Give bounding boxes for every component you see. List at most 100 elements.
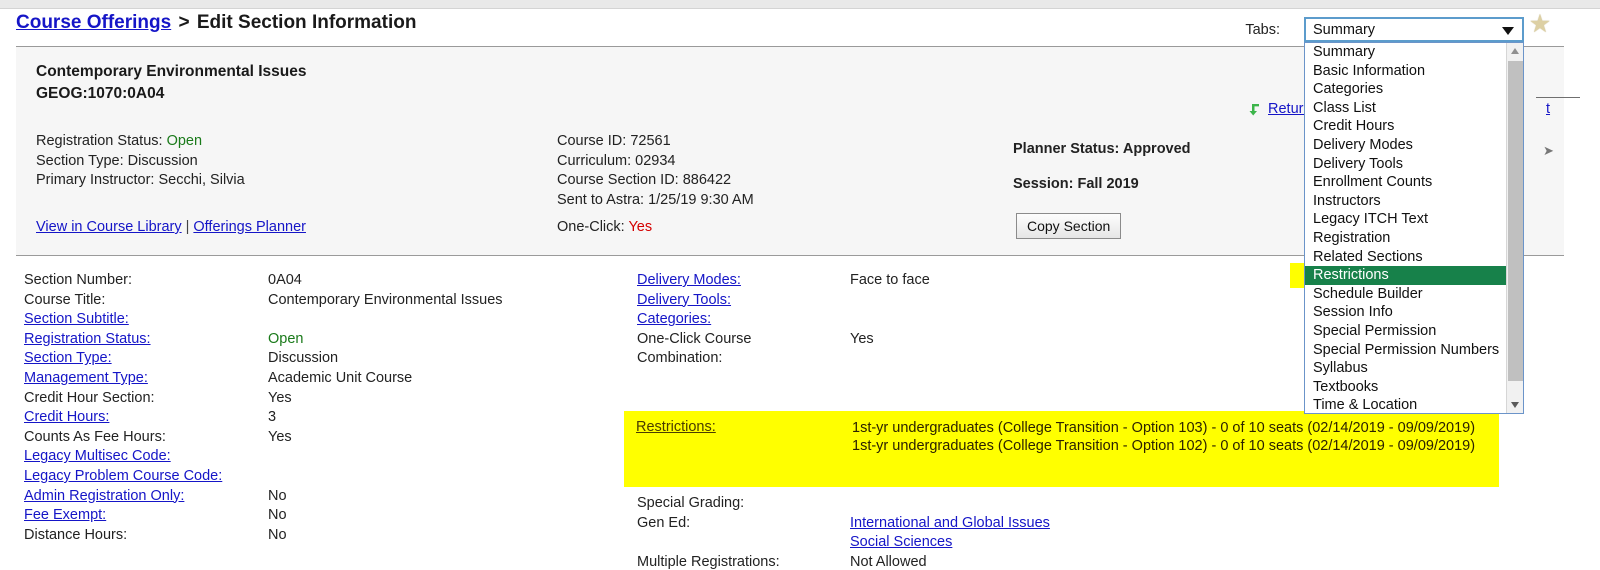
one-click-value: Yes [628, 219, 653, 235]
detail-value[interactable]: International and Global Issues [850, 515, 1050, 531]
dropdown-option-registration[interactable]: Registration [1305, 229, 1523, 248]
dropdown-option-instructors[interactable]: Instructors [1305, 192, 1523, 211]
meta-label: Sent to Astra: [557, 191, 649, 208]
return-link-tail[interactable]: t [1546, 101, 1550, 117]
course-code: GEOG:1070:0A04 [36, 85, 165, 102]
detail-label[interactable]: Registration Status: [24, 331, 151, 347]
detail-label[interactable]: Delivery Modes: [637, 272, 741, 288]
dropdown-option-textbooks[interactable]: Textbooks [1305, 378, 1523, 397]
meta-row: Section Type: Discussion [36, 152, 245, 172]
detail-value[interactable]: Social Sciences [850, 534, 952, 550]
detail-value: Academic Unit Course [268, 370, 413, 386]
detail-value: 0A04 [268, 272, 302, 288]
dropdown-option-enrollment-counts[interactable]: Enrollment Counts [1305, 173, 1523, 192]
dropdown-option-legacy-itch-text[interactable]: Legacy ITCH Text [1305, 210, 1523, 229]
meta-row: Primary Instructor: Secchi, Silvia [36, 171, 245, 191]
dropdown-option-class-list[interactable]: Class List [1305, 99, 1523, 118]
meta-label: Course Section ID: [557, 172, 683, 188]
dropdown-option-delivery-modes[interactable]: Delivery Modes [1305, 136, 1523, 155]
detail-label[interactable]: Delivery Tools: [637, 292, 731, 308]
meta-row: Registration Status: Open [36, 132, 245, 152]
meta-row: Session: Fall 2019 [1013, 167, 1191, 202]
meta-value: 72561 [630, 133, 671, 149]
breadcrumb-link-course-offerings[interactable]: Course Offerings [16, 12, 171, 33]
detail-value: Discussion [268, 350, 339, 367]
meta-column-middle: Course ID: 72561 Curriculum: 02934 Course … [557, 132, 754, 210]
detail-label: Section Number: [24, 272, 132, 288]
dropdown-option-summary[interactable]: Summary [1305, 43, 1523, 62]
breadcrumb: Course Offerings > Edit Section Informat… [16, 12, 416, 34]
meta-row: Course Section ID: 886422 [557, 171, 754, 191]
detail-label: Distance Hours: [24, 526, 128, 543]
detail-label: Gen Ed: [637, 514, 691, 531]
dropdown-option-time-location[interactable]: Time & Location [1305, 396, 1523, 413]
detail-label[interactable]: Legacy Problem Course Code: [24, 468, 222, 484]
detail-label[interactable]: Categories: [637, 311, 711, 327]
restriction-line: 1st-yr undergraduates (College Transitio… [852, 420, 1476, 436]
detail-label[interactable]: Section Type: [24, 350, 112, 366]
detail-label: Counts As Fee Hours: [24, 428, 166, 445]
dropdown-option-syllabus[interactable]: Syllabus [1305, 359, 1523, 378]
chevron-down-icon [1502, 27, 1514, 35]
scroll-up-arrow-icon[interactable] [1507, 43, 1523, 60]
dropdown-option-special-permission-numbers[interactable]: Special Permission Numbers [1305, 341, 1523, 360]
meta-label: Section Type: [36, 152, 128, 169]
detail-value: Open [268, 330, 304, 347]
copy-section-button[interactable]: Copy Section [1016, 213, 1122, 239]
detail-label: Special Grading: [637, 495, 745, 511]
dropdown-option-special-permission[interactable]: Special Permission [1305, 322, 1523, 341]
restrictions-label[interactable]: Restrictions: [636, 419, 716, 435]
detail-label[interactable]: Fee Exempt: [24, 507, 106, 523]
detail-label-cont: Combination: [637, 350, 723, 367]
dropdown-option-schedule-builder[interactable]: Schedule Builder [1305, 285, 1523, 304]
meta-row: Course ID: 72561 [557, 132, 754, 152]
meta-value: 02934 [635, 152, 676, 169]
tabs-select[interactable]: Summary [1304, 17, 1524, 42]
dropdown-scrollbar[interactable] [1506, 43, 1523, 413]
link-view-in-course-library[interactable]: View in Course Library [36, 219, 182, 235]
scroll-down-arrow-icon[interactable] [1507, 396, 1523, 413]
dropdown-option-session-info[interactable]: Session Info [1305, 303, 1523, 322]
tabs-label: Tabs: [1245, 22, 1280, 38]
detail-label[interactable]: Section Subtitle: [24, 311, 129, 327]
detail-label[interactable]: Admin Registration Only: [24, 488, 184, 504]
detail-value: Yes [268, 428, 292, 445]
meta-value: Secchi, Silvia [158, 172, 245, 188]
dropdown-option-credit-hours[interactable]: Credit Hours [1305, 117, 1523, 136]
scrollbar-thumb[interactable] [1508, 61, 1523, 381]
meta-row: Sent to Astra: 1/25/19 9:30 AM [557, 191, 754, 211]
meta-label: Curriculum: [557, 152, 636, 169]
one-click-label: One-Click: [557, 219, 625, 235]
restrictions-content: Restrictions: 1st-yr undergraduates (Col… [624, 411, 1499, 487]
detail-value: No [268, 526, 287, 543]
detail-value: Not Allowed [850, 553, 927, 570]
dropdown-option-restrictions[interactable]: Restrictions [1305, 266, 1523, 285]
meta-column-right: Planner Status: Approved Session: Fall 20… [1013, 132, 1191, 202]
panel-divider [1536, 97, 1580, 98]
tabs-dropdown-list[interactable]: Summary Basic Information Categories Class … [1304, 42, 1524, 414]
detail-label[interactable]: Legacy Multisec Code: [24, 448, 171, 464]
tabs-select-value: Summary [1313, 22, 1376, 38]
detail-value: Contemporary Environmental Issues [268, 291, 503, 308]
mouse-cursor-icon: ➤ [1543, 143, 1554, 158]
detail-label[interactable]: Credit Hours: [24, 409, 109, 425]
meta-value: 1/25/19 9:30 AM [648, 191, 754, 208]
dropdown-option-delivery-tools[interactable]: Delivery Tools [1305, 155, 1523, 174]
one-click-line: One-Click: Yes [557, 219, 652, 235]
meta-value: Approved [1122, 141, 1191, 157]
dropdown-option-basic-information[interactable]: Basic Information [1305, 62, 1523, 81]
detail-value: Yes [850, 330, 874, 347]
meta-label: Primary Instructor: [36, 172, 159, 188]
meta-value: Discussion [127, 152, 198, 169]
page-title: Edit Section Information [196, 12, 417, 33]
link-offerings-planner[interactable]: Offerings Planner [193, 219, 306, 235]
meta-row: Curriculum: 02934 [557, 152, 754, 172]
dropdown-option-related-sections[interactable]: Related Sections [1305, 248, 1523, 267]
dropdown-option-categories[interactable]: Categories [1305, 80, 1523, 99]
detail-label[interactable]: Management Type: [24, 370, 148, 386]
meta-label: Planner Status: [1013, 141, 1123, 157]
return-arrow-icon [1249, 104, 1259, 116]
detail-label: Course Title: [24, 291, 106, 308]
meta-value: Open [166, 133, 203, 149]
star-icon[interactable]: ★ [1528, 12, 1552, 37]
